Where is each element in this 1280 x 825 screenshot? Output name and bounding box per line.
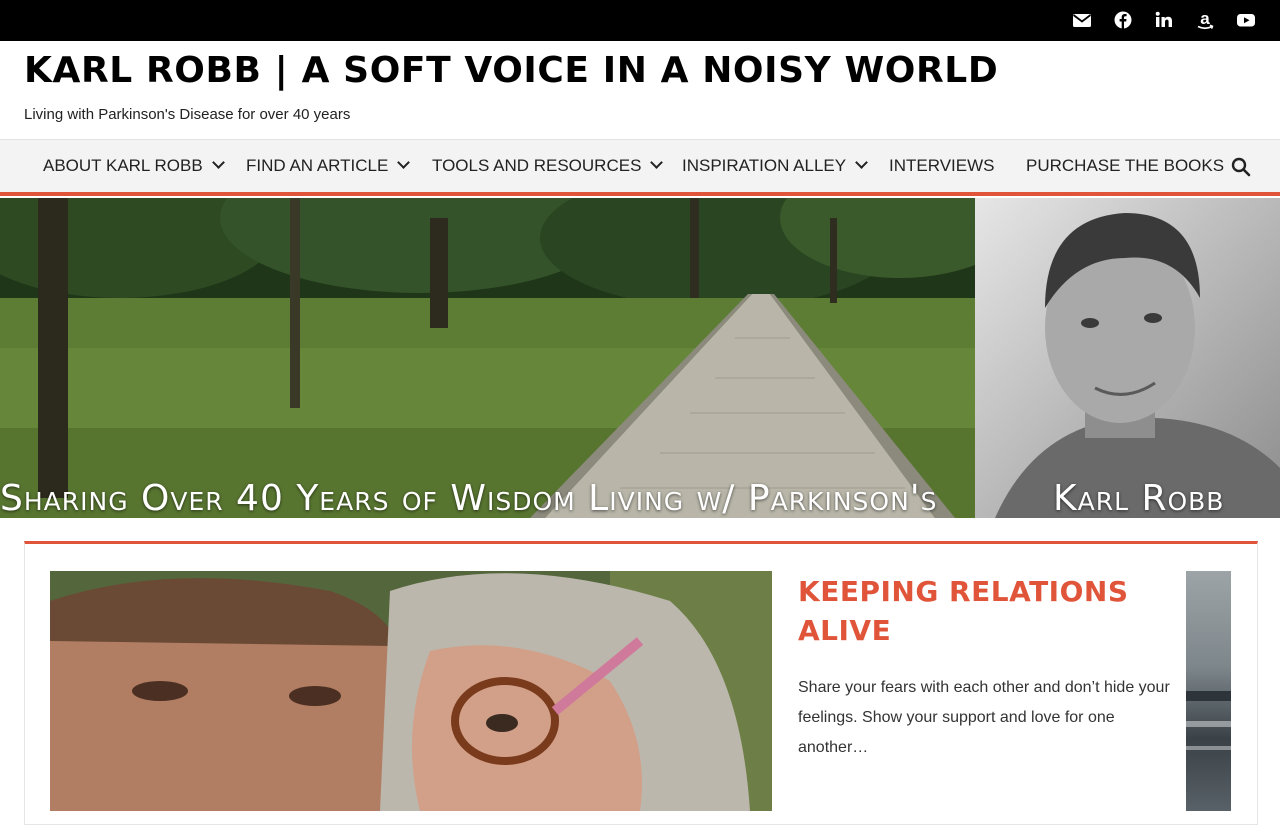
boardwalk-photo: Sharing Over 40 Years of Wisdom Living w…: [0, 198, 975, 518]
nav-item-tools-and-resources[interactable]: TOOLS AND RESOURCES: [432, 140, 664, 192]
site-title[interactable]: KARL ROBB | A SOFT VOICE IN A NOISY WORL…: [24, 50, 998, 91]
svg-text:a: a: [1200, 9, 1210, 28]
seascape-illustration: [1186, 691, 1231, 750]
karl-robb-portrait: Karl Robb: [975, 198, 1280, 518]
chevron-down-icon: [855, 156, 868, 169]
next-post-thumbnail[interactable]: [1186, 571, 1231, 811]
chevron-down-icon: [211, 156, 225, 169]
nav-item-inspiration-alley[interactable]: INSPIRATION ALLEY: [682, 140, 868, 192]
nav-item-label: FIND AN ARTICLE: [246, 156, 389, 175]
youtube-link[interactable]: [1236, 9, 1256, 31]
couple-selfie-illustration: [50, 571, 772, 811]
amazon-icon: a: [1197, 9, 1214, 30]
hero-banner[interactable]: Sharing Over 40 Years of Wisdom Living w…: [0, 198, 1280, 518]
envelope-icon: [1072, 14, 1092, 27]
linkedin-icon: [1155, 11, 1172, 27]
nav-item-purchase-the-books[interactable]: PURCHASE THE BOOKS: [1026, 140, 1224, 192]
nav-item-label: PURCHASE THE BOOKS: [1026, 156, 1225, 175]
featured-post-image[interactable]: [50, 571, 772, 811]
hero-caption: Sharing Over 40 Years of Wisdom Living w…: [0, 478, 938, 518]
social-links: a: [1072, 9, 1256, 31]
main-nav: ABOUT KARL ROBB FIND AN ARTICLE TOOLS AN…: [0, 139, 1280, 196]
facebook-icon: [1114, 11, 1132, 29]
chevron-down-icon: [650, 156, 664, 169]
nav-item-label: INTERVIEWS: [889, 156, 995, 175]
boardwalk-illustration: [0, 198, 975, 518]
nav-item-find-an-article[interactable]: FIND AN ARTICLE: [246, 140, 411, 192]
site-tagline: Living with Parkinson's Disease for over…: [24, 106, 351, 123]
chevron-down-icon: [397, 156, 411, 169]
nav-item-label: TOOLS AND RESOURCES: [432, 156, 642, 175]
facebook-link[interactable]: [1113, 9, 1133, 31]
youtube-icon: [1237, 14, 1255, 27]
nav-item-about-karl-robb[interactable]: ABOUT KARL ROBB: [43, 140, 225, 192]
nav-item-label: INSPIRATION ALLEY: [682, 156, 847, 175]
social-bar: a: [0, 0, 1280, 41]
featured-post-excerpt: Share your fears with each other and don…: [798, 679, 1170, 756]
featured-post-title[interactable]: KEEPING RELATIONS ALIVE: [798, 572, 1168, 650]
linkedin-link[interactable]: [1154, 9, 1174, 31]
hero-caption-name: Karl Robb: [1053, 478, 1225, 518]
amazon-link[interactable]: a: [1195, 9, 1215, 31]
nav-item-interviews[interactable]: INTERVIEWS: [889, 140, 994, 192]
email-link[interactable]: [1072, 9, 1092, 31]
search-icon: [1231, 157, 1251, 177]
nav-item-label: ABOUT KARL ROBB: [43, 156, 203, 175]
portrait-illustration: [975, 198, 1280, 518]
search-button[interactable]: [1230, 156, 1252, 178]
